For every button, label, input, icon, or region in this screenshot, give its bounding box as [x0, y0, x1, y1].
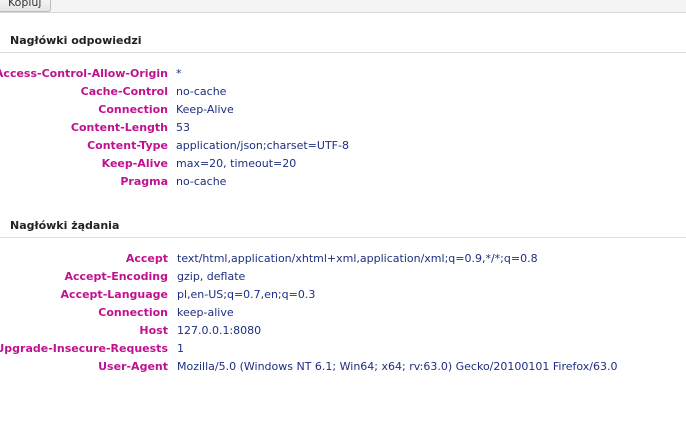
- header-name: Accept-Encoding: [64, 270, 169, 283]
- response-header-row[interactable]: Pragma no-cache: [0, 175, 686, 193]
- header-value: pl,en-US;q=0.7,en;q=0.3: [177, 288, 316, 301]
- request-header-row[interactable]: Accept text/html,application/xhtml+xml,a…: [0, 252, 686, 270]
- header-name: Accept-Language: [60, 288, 168, 301]
- header-name: Upgrade-Insecure-Requests: [0, 342, 168, 355]
- response-header-row[interactable]: Content-Type application/json;charset=UT…: [0, 139, 686, 157]
- header-name: Connection: [98, 103, 168, 116]
- request-header-row[interactable]: User-Agent Mozilla/5.0 (Windows NT 6.1; …: [0, 360, 686, 378]
- header-name: Cache-Control: [80, 85, 168, 98]
- header-value: Mozilla/5.0 (Windows NT 6.1; Win64; x64;…: [177, 360, 618, 373]
- header-value: no-cache: [176, 85, 227, 98]
- response-header-row[interactable]: Connection Keep-Alive: [0, 103, 686, 121]
- response-header-row[interactable]: Keep-Alive max=20, timeout=20: [0, 157, 686, 175]
- header-value: 127.0.0.1:8080: [177, 324, 262, 337]
- header-value: application/json;charset=UTF-8: [176, 139, 349, 152]
- header-value: *: [176, 67, 182, 80]
- header-name: Keep-Alive: [101, 157, 168, 170]
- header-name: User-Agent: [98, 360, 168, 373]
- request-headers-divider: [0, 237, 686, 238]
- response-headers-divider: [0, 52, 686, 53]
- header-value: text/html,application/xhtml+xml,applicat…: [177, 252, 538, 265]
- header-value: keep-alive: [177, 306, 234, 319]
- header-value: Keep-Alive: [176, 103, 234, 116]
- response-header-row[interactable]: Access-Control-Allow-Origin *: [0, 67, 686, 85]
- header-name: Pragma: [120, 175, 168, 188]
- copy-button[interactable]: Kopiuj: [0, 0, 52, 12]
- response-header-row[interactable]: Content-Length 53: [0, 121, 686, 139]
- header-name: Accept: [125, 252, 168, 265]
- header-value: 1: [177, 342, 184, 355]
- response-headers-title: Nagłówki odpowiedzi: [10, 34, 142, 47]
- request-header-row[interactable]: Connection keep-alive: [0, 306, 686, 324]
- header-name: Connection: [98, 306, 168, 319]
- request-header-row[interactable]: Accept-Encoding gzip, deflate: [0, 270, 686, 288]
- header-value: 53: [176, 121, 190, 134]
- request-header-row[interactable]: Host 127.0.0.1:8080: [0, 324, 686, 342]
- toolbar: Kopiuj: [0, 0, 686, 13]
- request-header-row[interactable]: Upgrade-Insecure-Requests 1: [0, 342, 686, 360]
- header-name: Content-Length: [70, 121, 168, 134]
- response-header-row[interactable]: Cache-Control no-cache: [0, 85, 686, 103]
- header-name: Access-Control-Allow-Origin: [0, 67, 168, 80]
- header-name: Content-Type: [87, 139, 168, 152]
- header-name: Host: [139, 324, 168, 337]
- header-value: max=20, timeout=20: [176, 157, 297, 170]
- request-header-row[interactable]: Accept-Language pl,en-US;q=0.7,en;q=0.3: [0, 288, 686, 306]
- header-value: gzip, deflate: [177, 270, 246, 283]
- request-headers-title: Nagłówki żądania: [10, 219, 120, 232]
- header-value: no-cache: [176, 175, 227, 188]
